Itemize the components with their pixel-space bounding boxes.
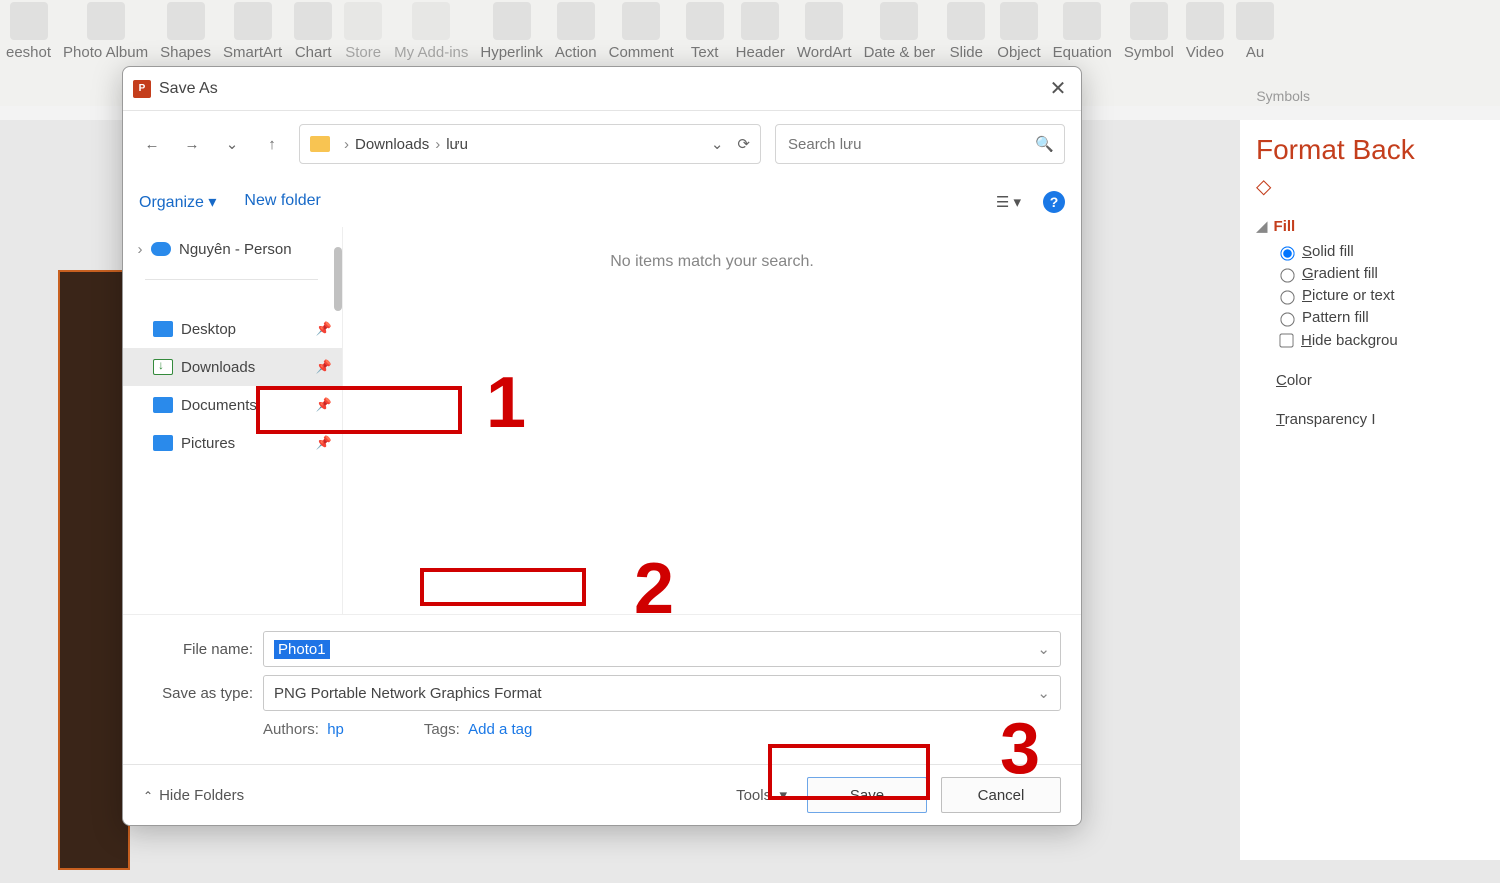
ribbon-photo-album[interactable]: Photo Album xyxy=(63,2,148,62)
filename-value: Photo1 xyxy=(274,640,330,659)
navigation-pane: › Nguyên - Person Desktop📌 Downloads📌 Do… xyxy=(123,227,343,614)
forward-button[interactable]: → xyxy=(179,131,205,157)
address-dropdown-icon[interactable]: ⌄ xyxy=(711,135,724,153)
filename-label: File name: xyxy=(143,641,253,658)
ribbon-store[interactable]: Store xyxy=(344,2,382,62)
empty-message: No items match your search. xyxy=(610,253,814,271)
search-icon[interactable]: 🔍 xyxy=(1035,135,1054,153)
folder-icon xyxy=(310,136,330,152)
filename-dropdown-icon[interactable]: ⌄ xyxy=(1037,640,1050,658)
gradient-fill-option[interactable]: Gradient fill xyxy=(1276,265,1484,282)
hide-folders-button[interactable]: Hide Folders xyxy=(143,787,244,804)
pin-icon[interactable]: 📌 xyxy=(316,321,332,337)
search-input[interactable] xyxy=(786,135,1035,154)
color-option[interactable]: Color xyxy=(1276,372,1484,389)
help-icon[interactable]: ? xyxy=(1043,191,1065,213)
close-button[interactable]: ✕ xyxy=(1035,67,1081,111)
file-list: No items match your search. xyxy=(343,227,1081,614)
save-button[interactable]: Save xyxy=(807,777,927,813)
format-background-pane: Format Back ◇ ◢Fill Solid fill Gradient … xyxy=(1240,120,1500,860)
savetype-select[interactable]: PNG Portable Network Graphics Format ⌄ xyxy=(263,675,1061,711)
new-folder-button[interactable]: New folder xyxy=(244,192,320,212)
tree-downloads[interactable]: Downloads📌 xyxy=(123,348,342,386)
ribbon-hyperlink[interactable]: Hyperlink xyxy=(480,2,543,62)
savetype-dropdown-icon[interactable]: ⌄ xyxy=(1037,684,1050,702)
filename-input[interactable]: Photo1 ⌄ xyxy=(263,631,1061,667)
tree-desktop[interactable]: Desktop📌 xyxy=(123,310,342,348)
authors-value[interactable]: hp xyxy=(327,721,344,738)
savetype-label: Save as type: xyxy=(143,685,253,702)
organize-button[interactable]: Organize ▾ xyxy=(139,192,216,212)
ribbon-symbol[interactable]: Symbol xyxy=(1124,2,1174,62)
tools-menu[interactable]: Tools ▾ xyxy=(736,786,787,804)
ribbon-action[interactable]: Action xyxy=(555,2,597,62)
bucket-icon[interactable]: ◇ xyxy=(1256,174,1271,199)
cancel-button[interactable]: Cancel xyxy=(941,777,1061,813)
pattern-fill-option[interactable]: Pattern fill xyxy=(1276,309,1484,326)
pin-icon[interactable]: 📌 xyxy=(316,397,332,413)
picture-fill-option[interactable]: Picture or text xyxy=(1276,287,1484,304)
hide-bg-option[interactable]: Hide backgrou xyxy=(1276,331,1484,350)
address-bar[interactable]: › Downloads › lưu ⌄ ⟳ xyxy=(299,124,761,164)
onedrive-node[interactable]: › Nguyên - Person xyxy=(123,233,342,265)
breadcrumb-luu[interactable]: lưu xyxy=(446,136,468,153)
cloud-icon xyxy=(151,242,171,256)
ribbon-equation[interactable]: Equation xyxy=(1053,2,1112,62)
fill-section[interactable]: Fill xyxy=(1274,218,1296,235)
savetype-value: PNG Portable Network Graphics Format xyxy=(274,685,542,702)
ribbon-screenshot[interactable]: eeshot xyxy=(6,2,51,62)
tags-value[interactable]: Add a tag xyxy=(468,721,532,738)
ribbon-comment[interactable]: Comment xyxy=(609,2,674,62)
up-button[interactable]: ↑ xyxy=(259,131,285,157)
search-box[interactable]: 🔍 xyxy=(775,124,1065,164)
ribbon-header[interactable]: Header xyxy=(736,2,785,62)
recent-locations[interactable]: ⌄ xyxy=(219,131,245,157)
scrollbar-thumb[interactable] xyxy=(334,247,342,311)
ribbon-group-symbols: Symbols xyxy=(1256,88,1310,104)
breadcrumb-downloads[interactable]: Downloads xyxy=(355,136,429,153)
ribbon-slide[interactable]: Slide xyxy=(947,2,985,62)
authors-label: Authors: xyxy=(263,721,319,738)
ribbon-date[interactable]: Date & ber xyxy=(864,2,936,62)
tree-documents[interactable]: Documents📌 xyxy=(123,386,342,424)
ribbon-smartart[interactable]: SmartArt xyxy=(223,2,282,62)
back-button[interactable]: ← xyxy=(139,131,165,157)
ribbon-addins[interactable]: My Add-ins xyxy=(394,2,468,62)
view-options-icon[interactable]: ☰ ▾ xyxy=(996,193,1021,211)
ribbon-shapes[interactable]: Shapes xyxy=(160,2,211,62)
save-as-dialog: P Save As ✕ ← → ⌄ ↑ › Downloads › lưu ⌄ … xyxy=(122,66,1082,826)
slide-image xyxy=(58,270,130,870)
ribbon-audio[interactable]: Au xyxy=(1236,2,1274,62)
refresh-icon[interactable]: ⟳ xyxy=(737,135,750,153)
ribbon-text[interactable]: Text xyxy=(686,2,724,62)
transparency-option[interactable]: Transparency I xyxy=(1276,411,1484,428)
ribbon-wordart[interactable]: WordArt xyxy=(797,2,852,62)
tree-pictures[interactable]: Pictures📌 xyxy=(123,424,342,462)
pane-title: Format Back xyxy=(1256,134,1484,166)
powerpoint-icon: P xyxy=(133,80,151,98)
ribbon-video[interactable]: Video xyxy=(1186,2,1224,62)
solid-fill-option[interactable]: Solid fill xyxy=(1276,243,1484,260)
tags-label: Tags: xyxy=(424,721,460,738)
pin-icon[interactable]: 📌 xyxy=(316,435,332,451)
ribbon-object[interactable]: Object xyxy=(997,2,1040,62)
pin-icon[interactable]: 📌 xyxy=(316,359,332,375)
ribbon-chart[interactable]: Chart xyxy=(294,2,332,62)
dialog-title: Save As xyxy=(159,80,1035,98)
